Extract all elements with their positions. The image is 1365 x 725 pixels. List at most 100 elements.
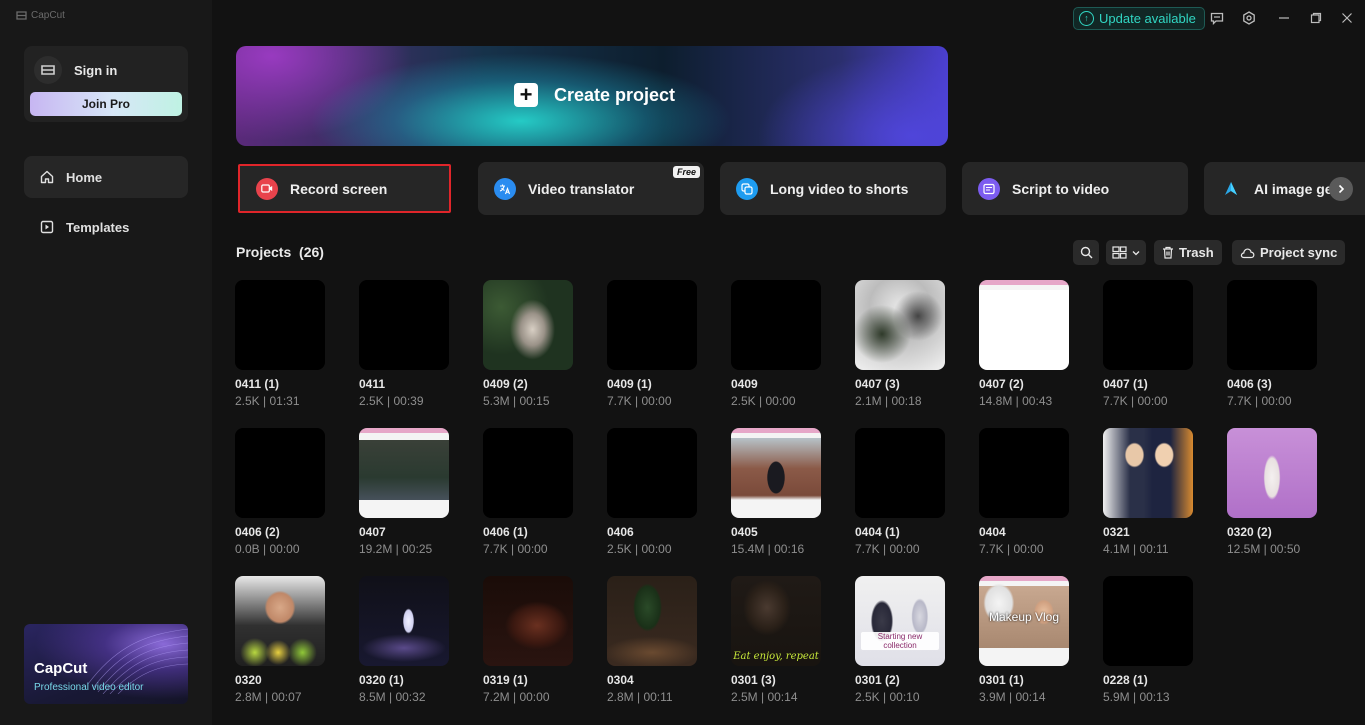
projects-title-label: Projects	[236, 244, 291, 260]
search-button[interactable]	[1073, 240, 1099, 265]
thumbnail-caption: Starting new collection	[861, 632, 939, 650]
project-card[interactable]: 0407 (2) 14.8M | 00:43	[979, 280, 1089, 408]
project-name: 0406 (1)	[483, 525, 593, 539]
project-thumbnail[interactable]	[855, 428, 945, 518]
project-thumbnail[interactable]	[607, 576, 697, 666]
settings-icon[interactable]	[1240, 9, 1258, 27]
join-pro-button[interactable]: Join Pro	[30, 92, 182, 116]
project-name: 0320 (2)	[1227, 525, 1337, 539]
project-thumbnail[interactable]	[359, 428, 449, 518]
project-meta: 2.5K | 01:31	[235, 394, 345, 408]
project-card[interactable]: 0406 (2) 0.0B | 00:00	[235, 428, 345, 556]
project-thumbnail[interactable]	[1103, 428, 1193, 518]
project-card[interactable]: 0404 7.7K | 00:00	[979, 428, 1089, 556]
tools-next-button[interactable]	[1329, 177, 1353, 201]
tool-label: Video translator	[528, 181, 634, 197]
view-toggle-button[interactable]	[1106, 240, 1146, 265]
app-logo: CapCut	[16, 10, 65, 21]
project-meta: 7.7K | 00:00	[1103, 394, 1213, 408]
nav-templates[interactable]: Templates	[24, 206, 188, 248]
project-card[interactable]: 0228 (1) 5.9M | 00:13	[1103, 576, 1213, 704]
project-thumbnail[interactable]	[731, 428, 821, 518]
project-thumbnail[interactable]	[1227, 280, 1317, 370]
project-thumbnail[interactable]	[979, 280, 1069, 370]
create-project-button[interactable]: + Create project	[514, 83, 675, 107]
app-title: CapCut	[31, 10, 65, 21]
project-thumbnail[interactable]	[607, 428, 697, 518]
project-thumbnail[interactable]	[235, 576, 325, 666]
signin-button[interactable]: Sign in	[34, 56, 117, 84]
project-thumbnail[interactable]	[235, 280, 325, 370]
project-card[interactable]: 0321 4.1M | 00:11	[1103, 428, 1213, 556]
project-thumbnail[interactable]: Eat enjoy, repeat	[731, 576, 821, 666]
project-thumbnail[interactable]	[855, 280, 945, 370]
project-thumbnail[interactable]	[483, 428, 573, 518]
project-card[interactable]: 0406 2.5K | 00:00	[607, 428, 717, 556]
project-thumbnail[interactable]	[235, 428, 325, 518]
project-card[interactable]: 0407 (3) 2.1M | 00:18	[855, 280, 965, 408]
project-card[interactable]: 0319 (1) 7.2M | 00:00	[483, 576, 593, 704]
script-icon	[978, 178, 1000, 200]
close-icon[interactable]	[1338, 9, 1356, 27]
minimize-icon[interactable]	[1275, 9, 1293, 27]
project-name: 0406 (3)	[1227, 377, 1337, 391]
project-card[interactable]: Makeup Vlog 0301 (1) 3.9M | 00:14	[979, 576, 1089, 704]
project-card[interactable]: 0405 15.4M | 00:16	[731, 428, 841, 556]
project-card[interactable]: 0411 (1) 2.5K | 01:31	[235, 280, 345, 408]
project-card[interactable]: Starting new collection 0301 (2) 2.5K | …	[855, 576, 965, 704]
project-meta: 3.9M | 00:14	[979, 690, 1089, 704]
trash-button[interactable]: Trash	[1154, 240, 1222, 265]
project-card[interactable]: 0409 (1) 7.7K | 00:00	[607, 280, 717, 408]
project-card[interactable]: 0320 (1) 8.5M | 00:32	[359, 576, 469, 704]
project-card[interactable]: 0320 2.8M | 00:07	[235, 576, 345, 704]
project-thumbnail[interactable]	[483, 280, 573, 370]
project-name: 0407 (2)	[979, 377, 1089, 391]
project-meta: 2.1M | 00:18	[855, 394, 965, 408]
project-thumbnail[interactable]	[359, 576, 449, 666]
project-meta: 12.5M | 00:50	[1227, 542, 1337, 556]
tool-script-to-video[interactable]: Script to video	[962, 162, 1188, 215]
project-card[interactable]: 0409 2.5K | 00:00	[731, 280, 841, 408]
project-thumbnail[interactable]	[359, 280, 449, 370]
promo-subtitle: Professional video editor	[34, 682, 144, 693]
project-card[interactable]: 0409 (2) 5.3M | 00:15	[483, 280, 593, 408]
projects-count: (26)	[299, 244, 324, 260]
project-thumbnail[interactable]	[483, 576, 573, 666]
project-card[interactable]: 0411 2.5K | 00:39	[359, 280, 469, 408]
tool-long-video-to-shorts[interactable]: Long video to shorts	[720, 162, 946, 215]
project-thumbnail[interactable]	[1103, 576, 1193, 666]
project-card[interactable]: 0406 (1) 7.7K | 00:00	[483, 428, 593, 556]
project-thumbnail[interactable]	[1227, 428, 1317, 518]
create-project-banner[interactable]: + Create project	[236, 46, 948, 146]
cloud-sync-icon	[1240, 247, 1255, 259]
project-meta: 2.8M | 00:11	[607, 690, 717, 704]
project-thumbnail[interactable]	[979, 428, 1069, 518]
update-available-button[interactable]: ↑ Update available	[1073, 7, 1205, 30]
project-card[interactable]: 0406 (3) 7.7K | 00:00	[1227, 280, 1337, 408]
project-card[interactable]: 0407 (1) 7.7K | 00:00	[1103, 280, 1213, 408]
nav-templates-label: Templates	[66, 220, 129, 235]
projects-title: Projects (26)	[236, 244, 324, 260]
tool-record-screen[interactable]: Record screen	[238, 164, 451, 213]
project-thumbnail[interactable]	[607, 280, 697, 370]
chevron-right-icon	[1336, 184, 1346, 194]
message-icon[interactable]	[1208, 9, 1226, 27]
project-card[interactable]: 0407 19.2M | 00:25	[359, 428, 469, 556]
project-thumbnail[interactable]: Starting new collection	[855, 576, 945, 666]
maximize-icon[interactable]	[1307, 9, 1325, 27]
project-name: 0409 (1)	[607, 377, 717, 391]
project-card[interactable]: 0404 (1) 7.7K | 00:00	[855, 428, 965, 556]
project-card[interactable]: Eat enjoy, repeat 0301 (3) 2.5M | 00:14	[731, 576, 841, 704]
tool-label: AI image ge	[1254, 181, 1333, 197]
project-card[interactable]: 0320 (2) 12.5M | 00:50	[1227, 428, 1337, 556]
project-sync-button[interactable]: Project sync	[1232, 240, 1345, 265]
project-thumbnail[interactable]	[1103, 280, 1193, 370]
project-thumbnail[interactable]	[731, 280, 821, 370]
project-thumbnail[interactable]: Makeup Vlog	[979, 576, 1069, 666]
project-meta: 0.0B | 00:00	[235, 542, 345, 556]
project-name: 0407 (1)	[1103, 377, 1213, 391]
promo-card[interactable]: CapCut Professional video editor	[24, 624, 188, 704]
project-card[interactable]: 0304 2.8M | 00:11	[607, 576, 717, 704]
tool-video-translator[interactable]: Video translator Free	[478, 162, 704, 215]
nav-home[interactable]: Home	[24, 156, 188, 198]
